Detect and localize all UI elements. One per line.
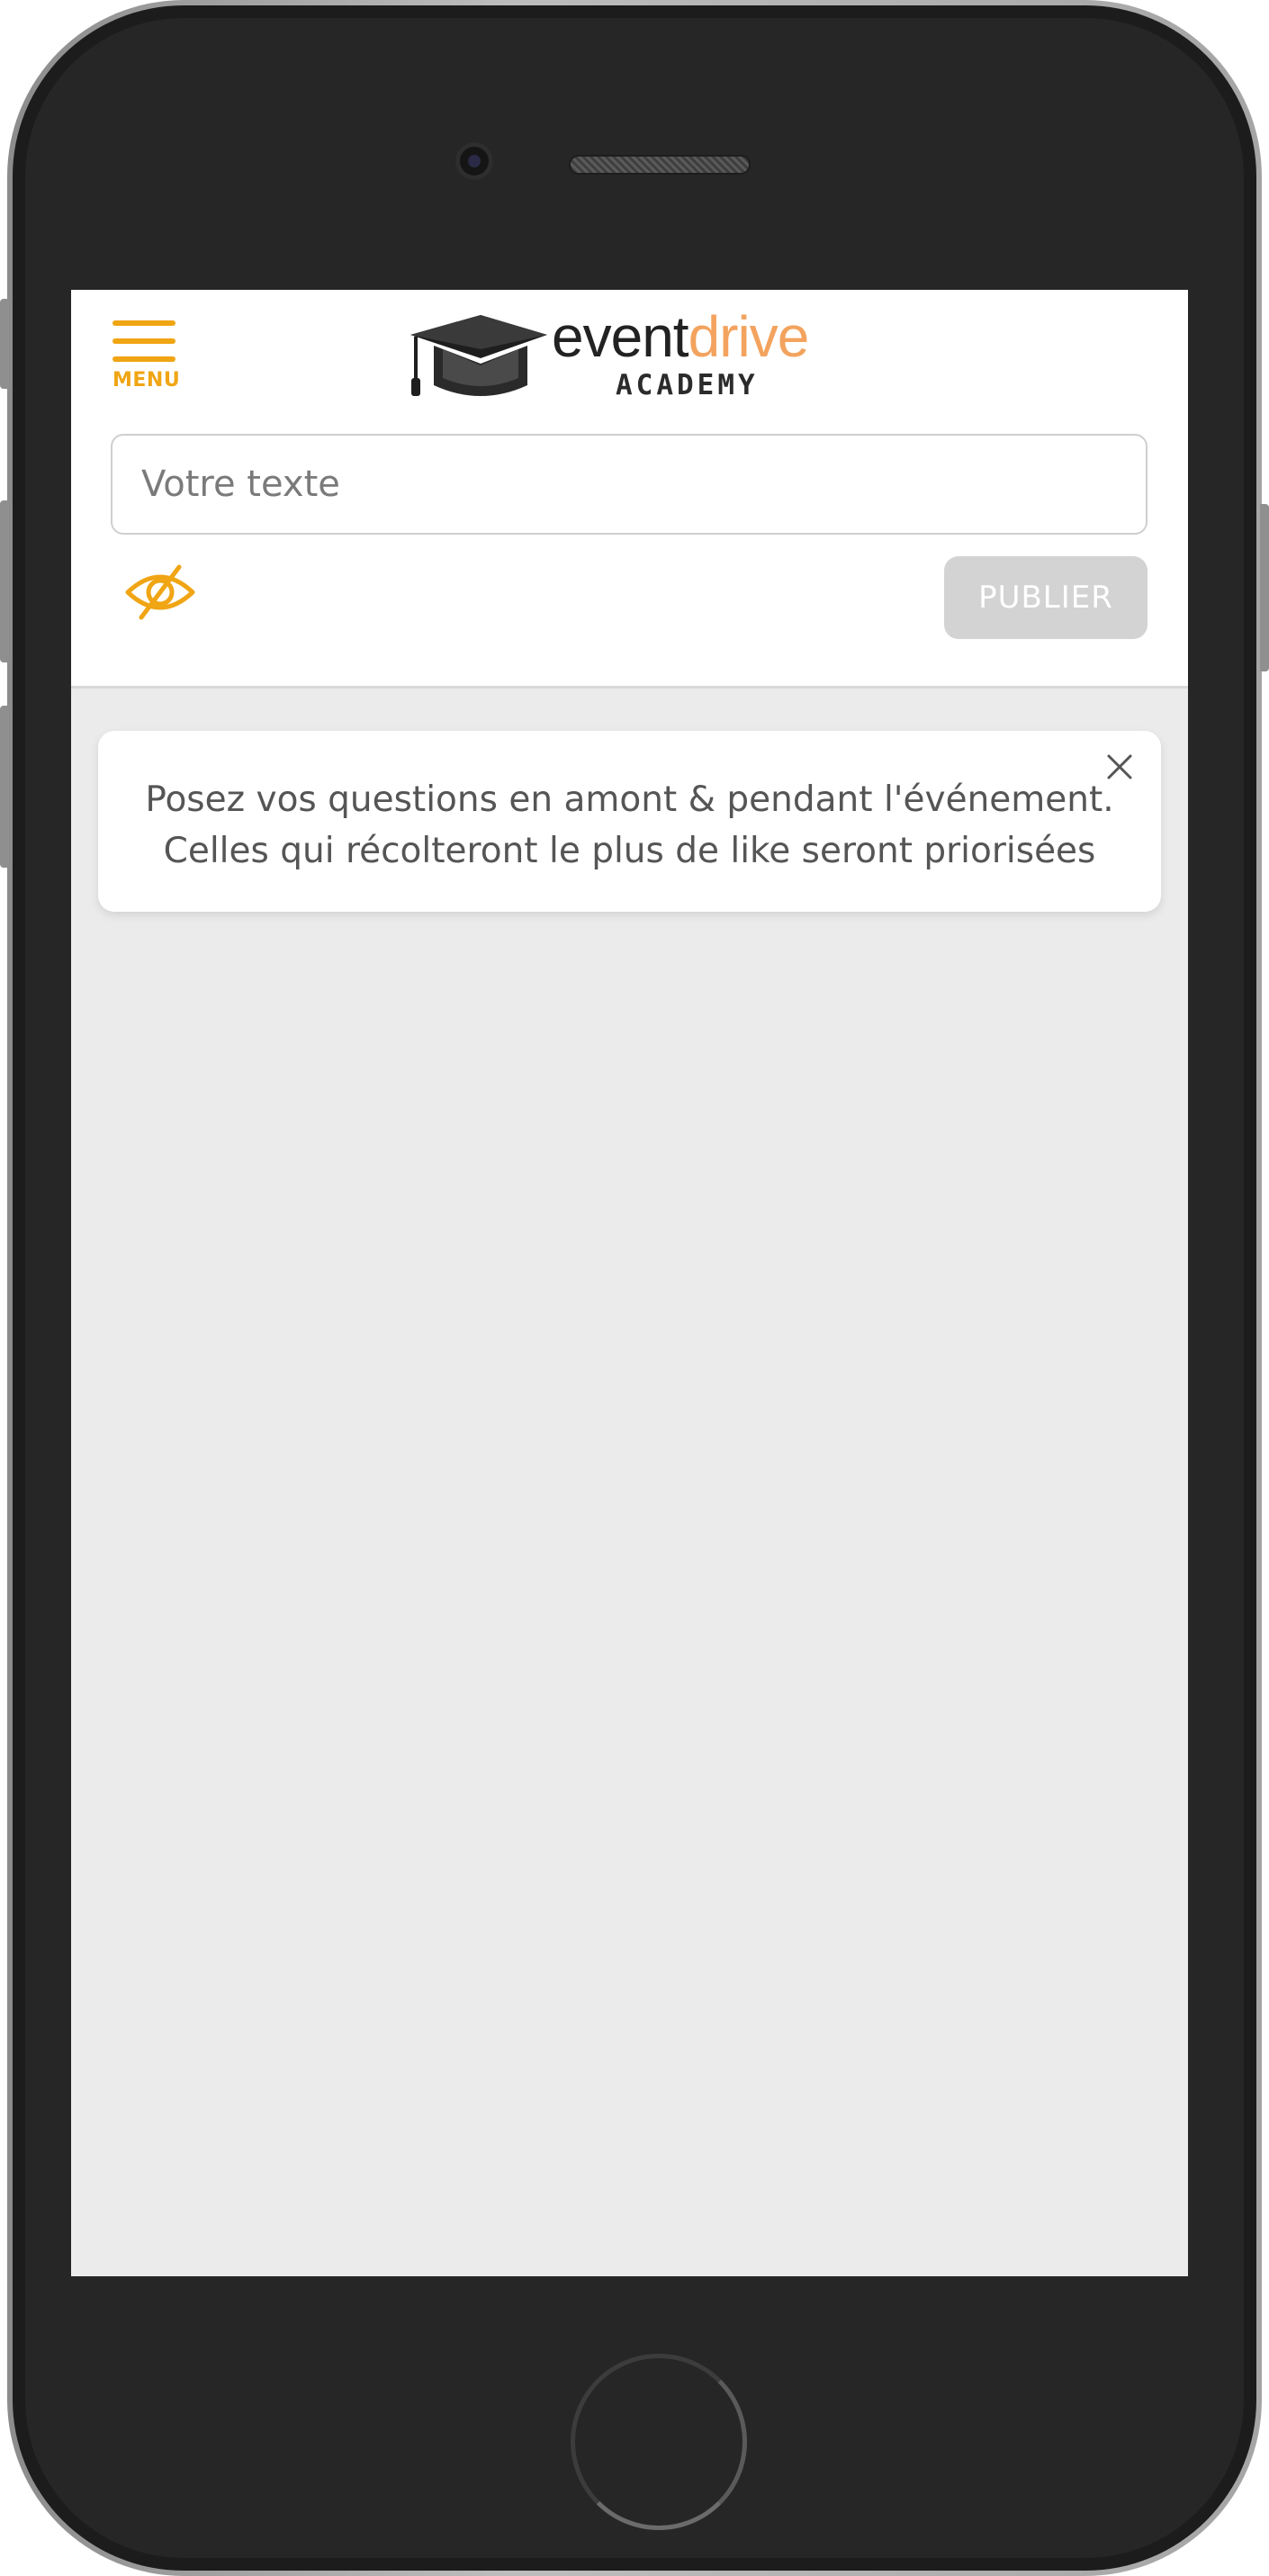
home-button[interactable]	[571, 2354, 747, 2530]
header-panel: MENU eventdrive ACADEMY PUBLIER	[71, 290, 1188, 689]
info-notice-card: Posez vos questions en amont & pendant l…	[98, 731, 1161, 912]
eye-slash-icon	[125, 564, 195, 620]
logo-subtitle: ACADEMY	[616, 369, 759, 401]
power-button	[1260, 504, 1269, 671]
front-camera	[455, 142, 493, 180]
volume-up-button	[0, 500, 9, 662]
graduation-cap-icon	[410, 315, 547, 396]
logo-wordmark: eventdrive	[552, 304, 809, 369]
volume-down-button	[0, 706, 9, 868]
eventdrive-academy-logo: eventdrive ACADEMY	[403, 308, 844, 407]
app-screen: MENU eventdrive ACADEMY PUBLIER	[71, 290, 1188, 2276]
mute-switch	[0, 299, 9, 389]
menu-label: MENU	[112, 369, 181, 392]
menu-button[interactable]: MENU	[112, 317, 181, 392]
question-text-input[interactable]	[111, 434, 1148, 535]
visibility-toggle[interactable]	[123, 560, 197, 625]
notice-line-1: Posez vos questions en amont & pendant l…	[145, 779, 1114, 820]
earpiece-speaker	[569, 155, 751, 175]
notice-text: Posez vos questions en amont & pendant l…	[98, 774, 1161, 877]
notice-line-2: Celles qui récolteront le plus de like s…	[163, 831, 1096, 871]
publish-button[interactable]: PUBLIER	[944, 556, 1148, 639]
